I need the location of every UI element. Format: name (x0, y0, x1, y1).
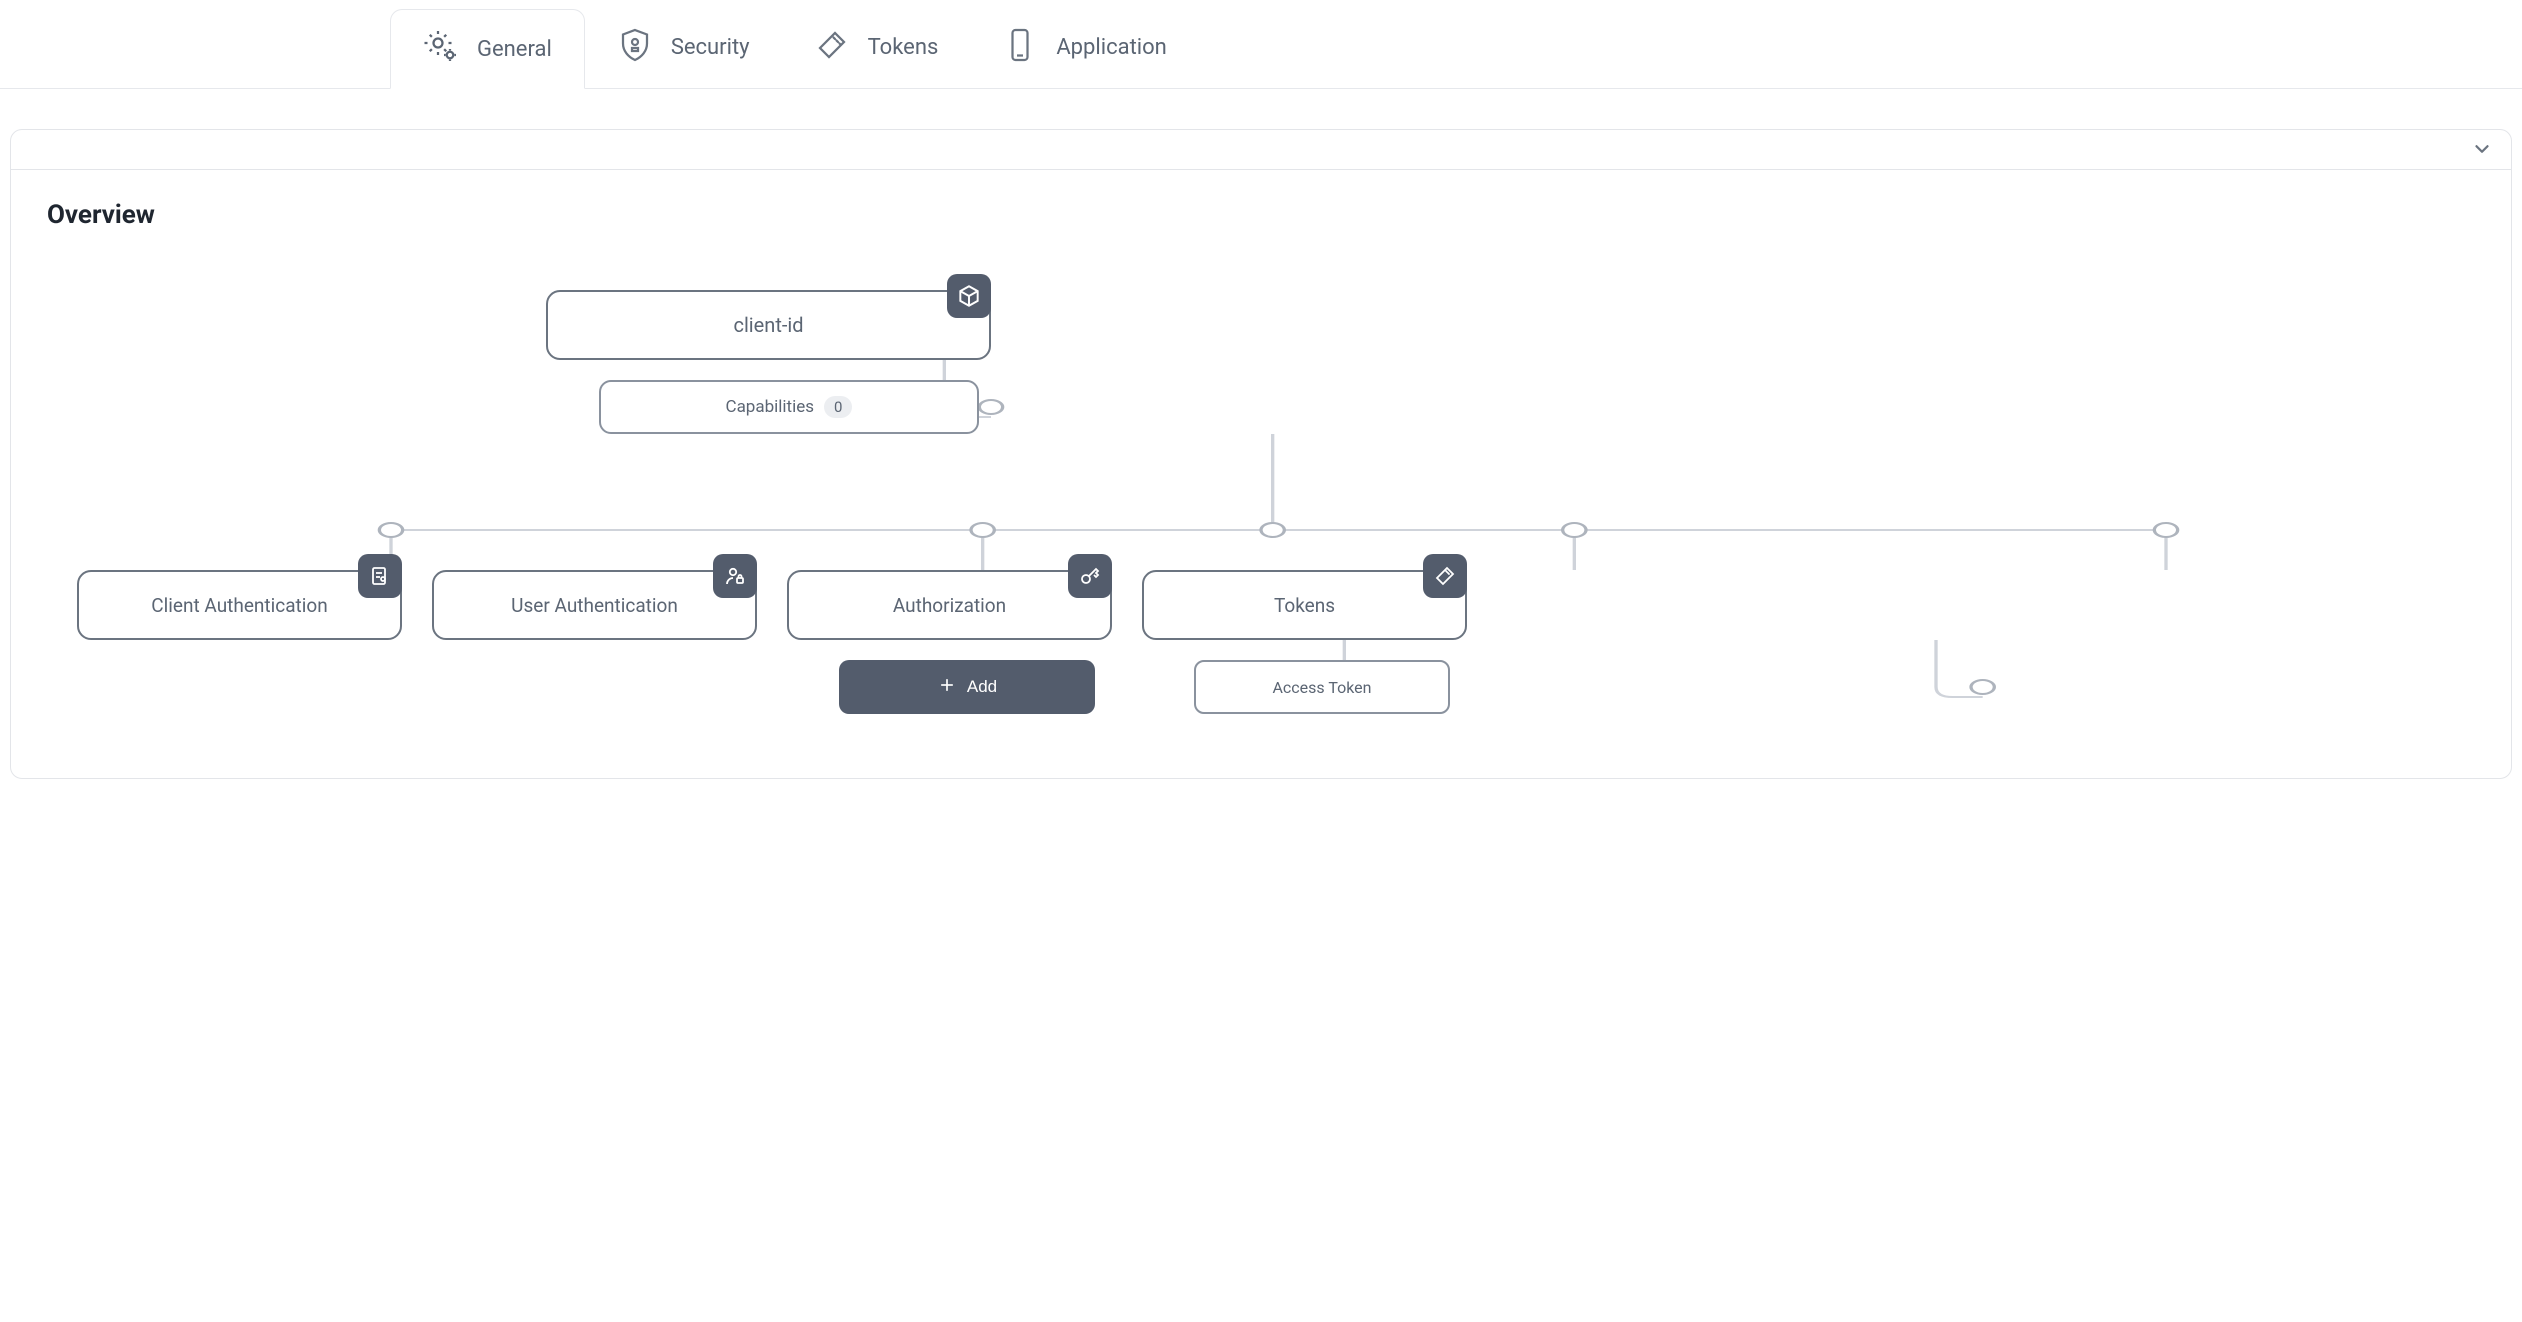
authorization-add-button[interactable]: Add (839, 660, 1095, 714)
node-capabilities[interactable]: Capabilities 0 (599, 380, 979, 434)
node-client[interactable]: client-id (546, 290, 991, 360)
node-user-authentication[interactable]: User Authentication (432, 570, 757, 640)
tab-security-label: Security (671, 35, 750, 60)
shield-icon (617, 27, 653, 69)
plus-icon (937, 675, 957, 700)
node-client-authentication-label: Client Authentication (151, 594, 327, 617)
document-icon (358, 554, 402, 598)
ticket-icon (814, 27, 850, 69)
overview-diagram: client-id Capabilities 0 Client Authenti… (11, 250, 2511, 770)
node-client-label: client-id (733, 313, 803, 337)
node-user-authentication-label: User Authentication (511, 594, 678, 617)
tab-general-label: General (477, 37, 552, 62)
node-tokens-label: Tokens (1274, 594, 1335, 617)
tab-application[interactable]: Application (970, 8, 1198, 88)
key-icon (1068, 554, 1112, 598)
tab-tokens[interactable]: Tokens (782, 8, 971, 88)
capabilities-count-badge: 0 (824, 396, 852, 418)
tab-security[interactable]: Security (585, 8, 782, 88)
gear-icon (423, 28, 459, 70)
tabs-bar: General Security Tokens Application (0, 0, 2522, 89)
node-authorization-label: Authorization (893, 594, 1006, 617)
node-capabilities-label: Capabilities (726, 397, 815, 417)
ticket-icon (1423, 554, 1467, 598)
node-access-token-label: Access Token (1272, 678, 1371, 697)
tab-tokens-label: Tokens (868, 35, 939, 60)
node-tokens[interactable]: Tokens (1142, 570, 1467, 640)
overview-panel: Overview (10, 129, 2512, 779)
panel-header (11, 130, 2511, 170)
user-lock-icon (713, 554, 757, 598)
tab-general[interactable]: General (390, 9, 585, 89)
chevron-down-icon[interactable] (2471, 138, 2493, 160)
node-authorization[interactable]: Authorization (787, 570, 1112, 640)
tab-application-label: Application (1056, 35, 1166, 60)
phone-icon (1002, 27, 1038, 69)
authorization-add-label: Add (967, 677, 997, 697)
package-icon (947, 274, 991, 318)
node-client-authentication[interactable]: Client Authentication (77, 570, 402, 640)
node-access-token[interactable]: Access Token (1194, 660, 1450, 714)
panel-title: Overview (47, 200, 2511, 230)
